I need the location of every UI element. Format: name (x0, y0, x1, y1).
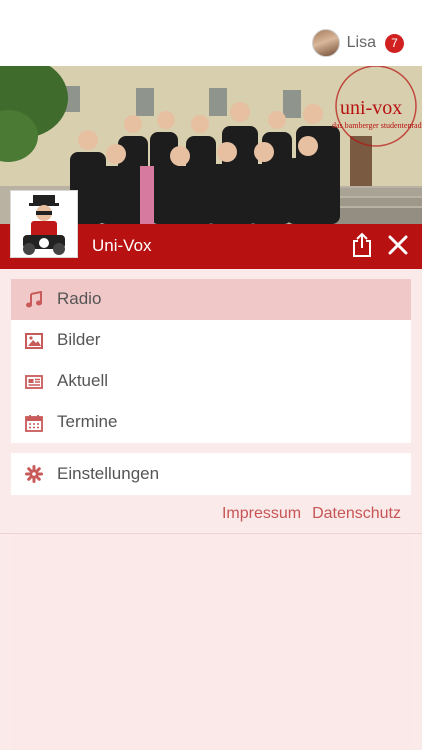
gear-icon (25, 465, 43, 483)
settings-label: Einstellungen (57, 464, 160, 483)
avatar[interactable] (311, 29, 340, 57)
user-name[interactable]: Lisa (347, 34, 376, 52)
footer-links: Impressum Datenschutz (222, 505, 401, 523)
notification-badge[interactable]: 7 (385, 33, 404, 53)
navigation-menu: Radio Bilder Aktuell Termine (11, 279, 411, 443)
newspaper-icon (25, 373, 43, 391)
image-icon (25, 332, 43, 350)
banner-logo-subtext: das bamberger studentenradio (332, 121, 422, 130)
menu-item-einstellungen[interactable]: Einstellungen (11, 453, 411, 495)
menu-item-label: Bilder (57, 330, 101, 349)
station-logo (10, 190, 78, 258)
content-panel (11, 534, 411, 750)
close-icon[interactable] (386, 233, 410, 257)
menu-item-bilder[interactable]: Bilder (11, 320, 411, 361)
station-title: Uni-Vox (92, 236, 152, 255)
menu-item-radio[interactable]: Radio (11, 279, 411, 320)
datenschutz-link[interactable]: Datenschutz (312, 505, 401, 523)
impressum-link[interactable]: Impressum (222, 505, 301, 523)
top-bar: Lisa 7 (0, 0, 422, 66)
menu-item-label: Radio (57, 289, 102, 308)
menu-item-termine[interactable]: Termine (11, 402, 411, 443)
share-icon[interactable] (350, 232, 374, 258)
menu-item-label: Aktuell (57, 371, 109, 390)
banner-logo-text: uni-vox (340, 97, 402, 119)
calendar-icon (25, 414, 43, 432)
user-profile[interactable]: Lisa 7 (311, 29, 404, 57)
music-note-icon (25, 290, 43, 309)
menu-item-label: Termine (57, 412, 118, 431)
menu-item-aktuell[interactable]: Aktuell (11, 361, 411, 402)
